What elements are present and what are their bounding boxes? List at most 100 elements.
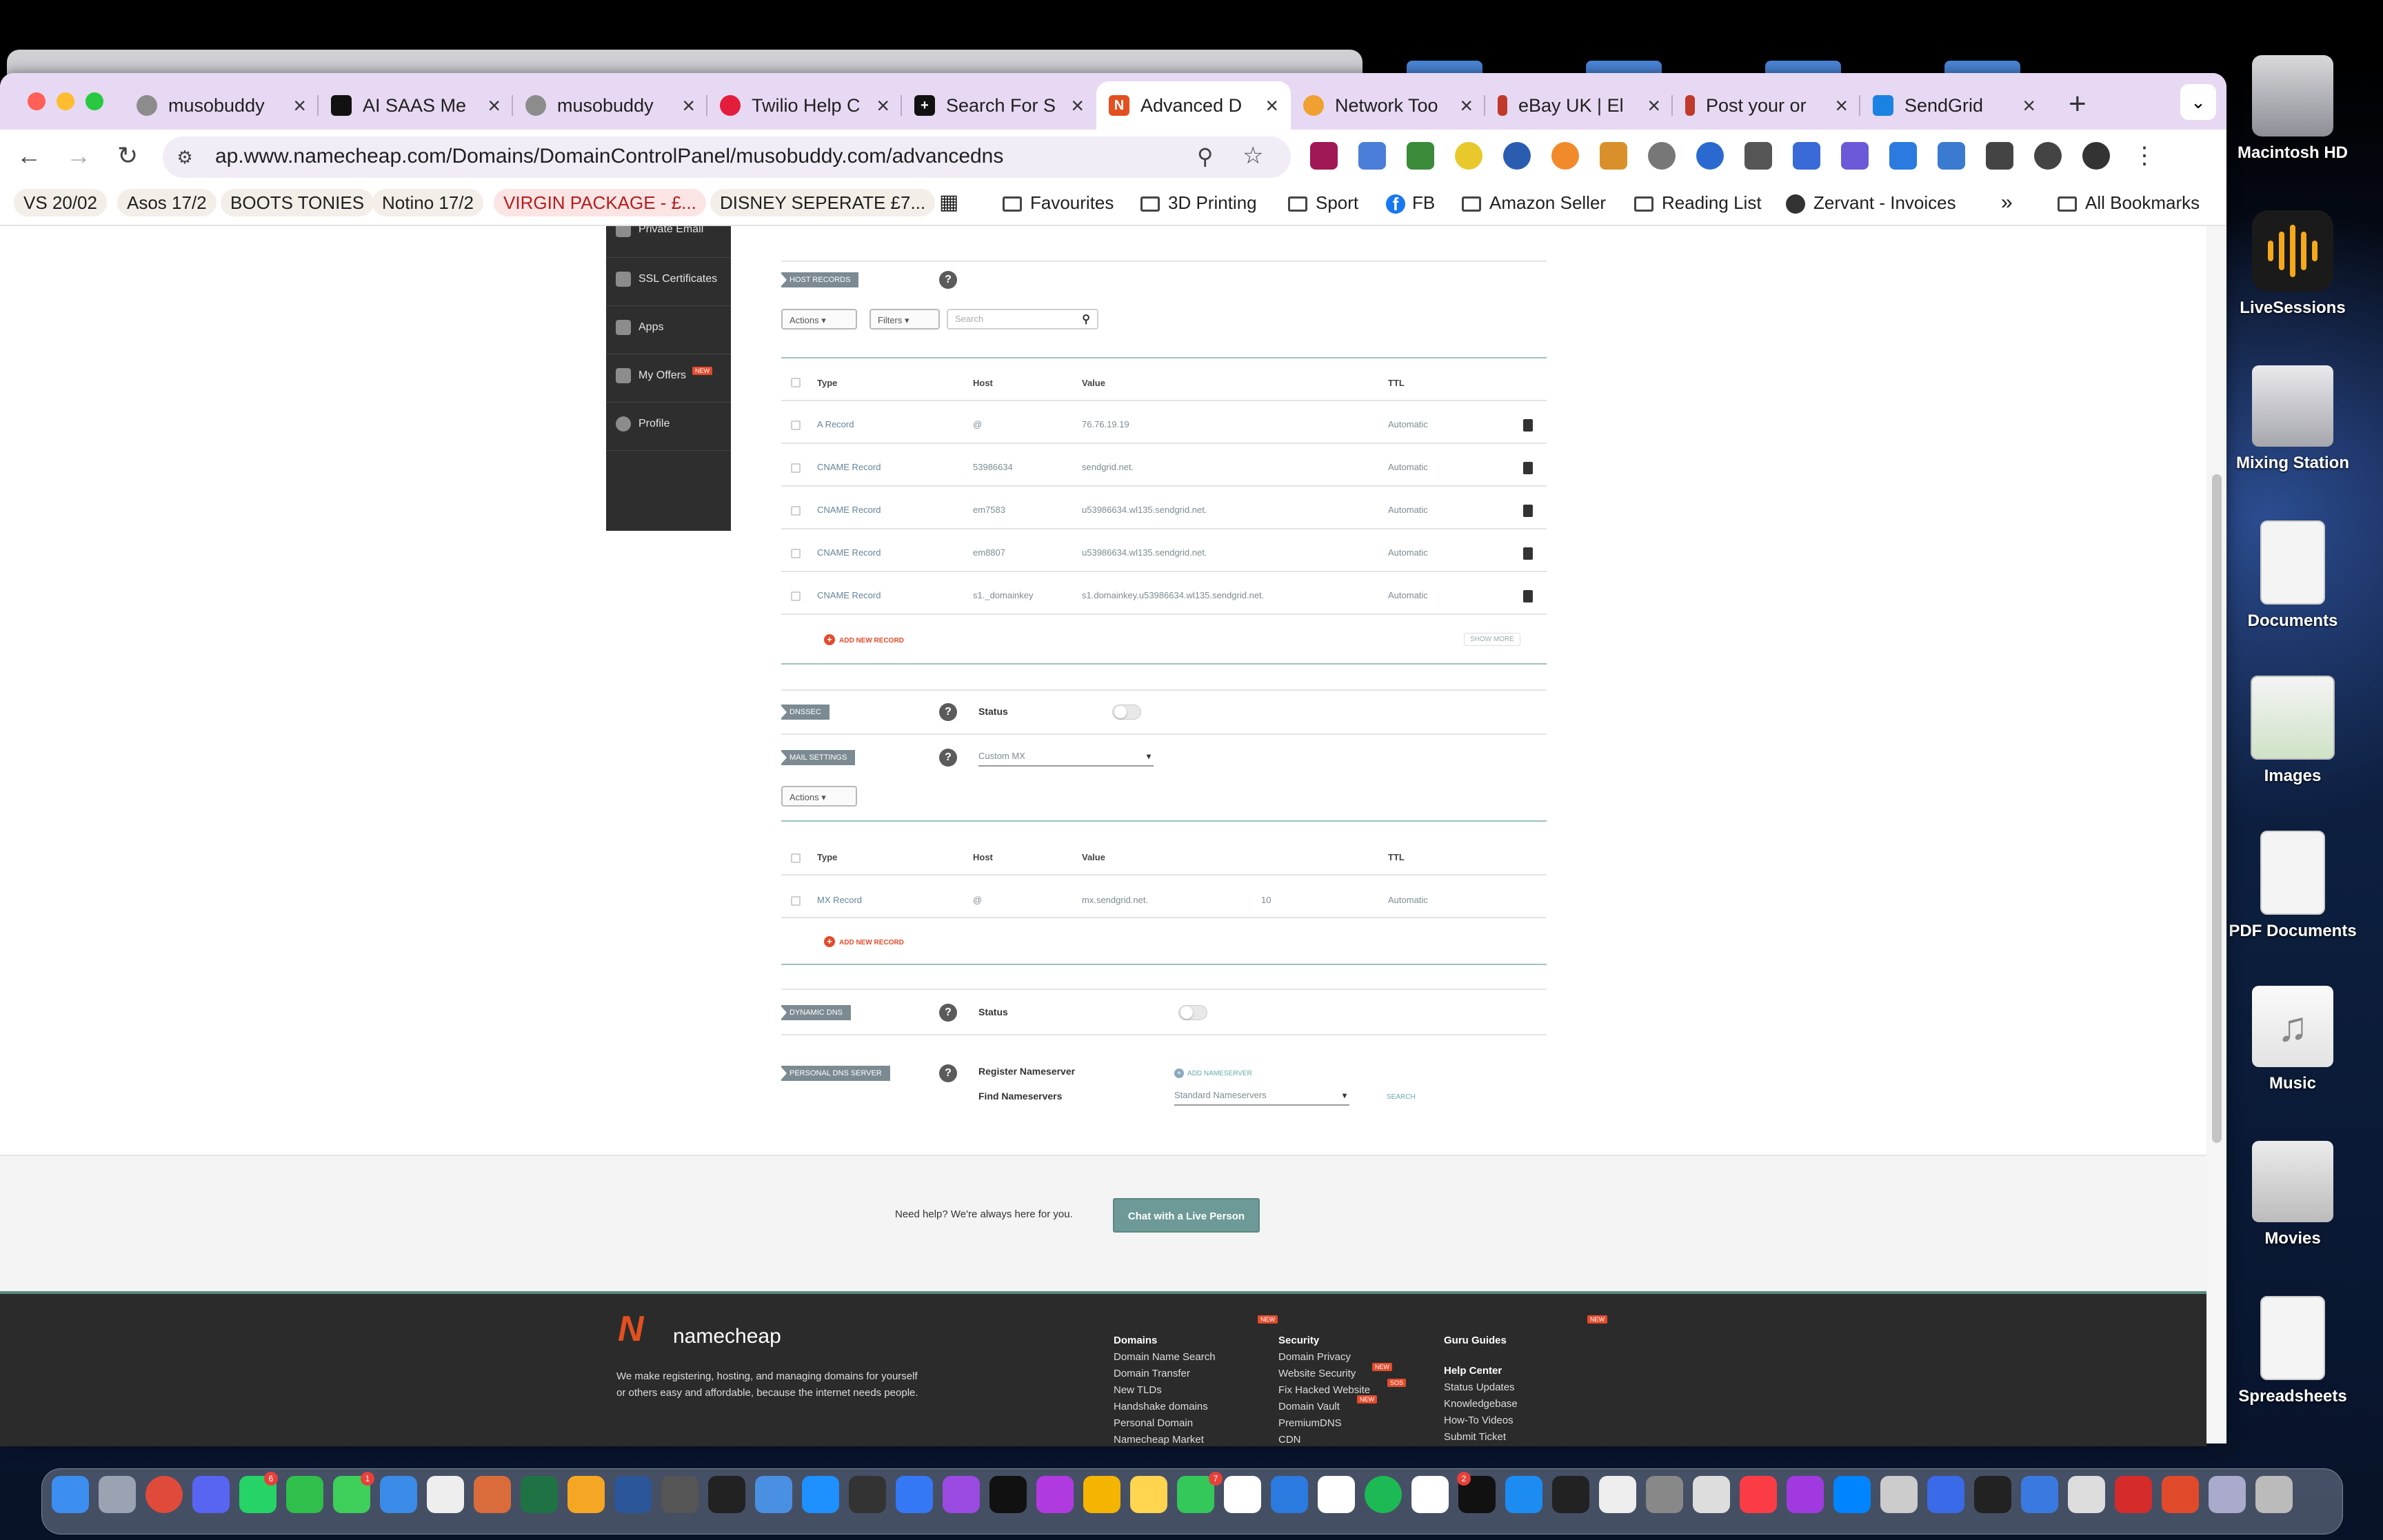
bookmark-item[interactable]: Notino 17/2 — [372, 189, 483, 216]
final-cut-icon[interactable] — [849, 1476, 886, 1513]
footer-link[interactable]: Website Security — [1278, 1366, 1370, 1382]
row-checkbox[interactable] — [791, 549, 801, 558]
podcasts-icon[interactable] — [943, 1476, 980, 1513]
extension-icon[interactable] — [1696, 142, 1724, 170]
sidebar-item-my-offers[interactable]: My Offers NEW — [606, 354, 731, 403]
close-tab-icon[interactable]: × — [1265, 93, 1278, 119]
desktop-item-music[interactable]: ♫ Music — [2220, 986, 2365, 1093]
app-icon[interactable] — [2162, 1476, 2199, 1513]
footer-link[interactable]: Knowledgebase — [1444, 1396, 1518, 1412]
bookmark-folder-reading-list[interactable]: Reading List — [1625, 189, 1771, 216]
app-store-icon[interactable] — [1505, 1476, 1542, 1513]
bookmark-item[interactable]: VS 20/02 — [14, 189, 107, 216]
bookmark-folder-3d-printing[interactable]: 3D Printing — [1131, 189, 1267, 216]
numbers-icon[interactable] — [286, 1476, 323, 1513]
discord-icon[interactable] — [192, 1476, 230, 1513]
avatar[interactable] — [2082, 142, 2110, 170]
sidebar-item-profile[interactable]: Profile — [606, 403, 731, 451]
claude-icon[interactable] — [474, 1476, 511, 1513]
notes-icon[interactable] — [1130, 1476, 1167, 1513]
calendar-icon[interactable] — [1318, 1476, 1355, 1513]
tab[interactable]: Twilio Help C × — [707, 81, 902, 130]
launchpad-icon[interactable] — [99, 1476, 136, 1513]
footer-link[interactable]: Personal Domain — [1114, 1415, 1216, 1432]
spotify-icon[interactable] — [1365, 1476, 1402, 1513]
maps-icon[interactable] — [1271, 1476, 1308, 1513]
trash-icon[interactable] — [1523, 419, 1533, 432]
extension-icon[interactable] — [1938, 142, 1965, 170]
music-icon[interactable] — [1740, 1476, 1777, 1513]
extension-icon[interactable] — [1648, 142, 1676, 170]
select-all-checkbox[interactable] — [791, 853, 801, 863]
extension-icon[interactable] — [1600, 142, 1627, 170]
footer-link[interactable]: Status Updates — [1444, 1379, 1518, 1396]
find-nameservers-select[interactable]: Standard Nameservers ▾ — [1174, 1086, 1349, 1106]
bookmark-item[interactable]: Asos 17/2 — [117, 189, 217, 216]
extension-icon[interactable] — [1889, 142, 1917, 170]
performance-icon[interactable] — [2034, 142, 2062, 170]
trash-icon[interactable] — [1523, 590, 1533, 602]
select-all-checkbox[interactable] — [791, 378, 801, 387]
desktop-item-spreadsheets[interactable]: Spreadsheets — [2220, 1296, 2365, 1406]
dnssec-toggle[interactable] — [1112, 705, 1141, 720]
desktop-item-images[interactable]: Images — [2220, 676, 2365, 786]
forward-arrow-icon[interactable]: → — [66, 138, 91, 174]
close-tab-icon[interactable]: × — [876, 93, 889, 119]
messenger-icon[interactable] — [1833, 1476, 1871, 1513]
feedback-icon[interactable] — [1787, 1476, 1824, 1513]
tab[interactable]: SendGrid × — [1860, 81, 2048, 130]
close-tab-icon[interactable]: × — [1647, 93, 1660, 119]
tab[interactable]: musobuddy × — [124, 81, 319, 130]
extension-icon[interactable] — [1407, 142, 1434, 170]
bookmark-folder-favourites[interactable]: Favourites — [993, 189, 1123, 216]
address-bar[interactable]: ⚙ ap.www.namecheap.com/Domains/DomainCon… — [163, 136, 1291, 178]
row-checkbox[interactable] — [791, 421, 801, 430]
word-icon[interactable] — [614, 1476, 652, 1513]
reminders-icon[interactable] — [1411, 1476, 1449, 1513]
tr-app-icon[interactable] — [989, 1476, 1027, 1513]
mail-settings-select[interactable]: Custom MX ▾ — [978, 747, 1154, 767]
site-settings-icon[interactable]: ⚙ — [174, 146, 196, 168]
close-tab-icon[interactable]: × — [1460, 93, 1473, 119]
new-tab-button[interactable]: + — [2069, 87, 2087, 121]
help-icon[interactable]: ? — [939, 749, 957, 767]
url-text[interactable]: ap.www.namecheap.com/Domains/DomainContr… — [215, 145, 1003, 168]
add-new-record-button[interactable]: + ADD NEW RECORD — [824, 634, 904, 645]
acrobat-icon[interactable] — [2115, 1476, 2152, 1513]
menu-kebab-icon[interactable]: ⋮ — [2131, 142, 2158, 170]
footer-link[interactable]: New TLDs — [1114, 1382, 1216, 1399]
desktop-item-documents[interactable]: Documents — [2220, 520, 2365, 631]
minimize-window-button[interactable] — [57, 92, 74, 110]
chat-live-person-button[interactable]: Chat with a Live Person — [1113, 1198, 1260, 1233]
app-icon[interactable] — [1927, 1476, 1964, 1513]
close-tab-icon[interactable]: × — [293, 93, 306, 119]
row-checkbox[interactable] — [791, 591, 801, 601]
footer-link[interactable]: PremiumDNS — [1278, 1415, 1370, 1432]
extension-icon[interactable] — [1310, 142, 1338, 170]
finder-icon[interactable] — [52, 1476, 89, 1513]
tab[interactable]: + Search For S × — [902, 81, 1096, 130]
page-scrollbar[interactable] — [2206, 226, 2226, 1443]
bookmarks-overflow-icon[interactable]: » — [1991, 189, 2022, 216]
help-icon[interactable]: ? — [939, 703, 957, 721]
search-nameservers-button[interactable]: SEARCH — [1387, 1093, 1416, 1101]
desktop-item-movies[interactable]: Movies — [2220, 1141, 2365, 1248]
namecheap-logo-icon[interactable]: N — [618, 1308, 644, 1350]
bookmark-zervant[interactable]: Zervant - Invoices — [1776, 189, 1966, 216]
footer-link[interactable]: CDN — [1278, 1432, 1370, 1448]
bookmark-item[interactable]: VIRGIN PACKAGE - £... — [494, 189, 706, 216]
bookmark-star-icon[interactable]: ☆ — [1243, 142, 1263, 170]
chatgpt-icon[interactable] — [427, 1476, 464, 1513]
help-icon[interactable]: ? — [939, 1004, 957, 1022]
chrome-icon[interactable] — [145, 1476, 183, 1513]
tab[interactable]: Network Too × — [1291, 81, 1485, 130]
tab-active[interactable]: N Advanced D × — [1096, 81, 1291, 130]
bookmark-folder-all-bookmarks[interactable]: All Bookmarks — [2048, 189, 2209, 216]
sidebar-item-ssl-certificates[interactable]: SSL Certificates — [606, 258, 731, 306]
system-settings-icon[interactable] — [1646, 1476, 1683, 1513]
help-icon[interactable]: ? — [939, 1064, 957, 1082]
testflight-icon[interactable] — [380, 1476, 417, 1513]
app-store-icon[interactable] — [802, 1476, 839, 1513]
close-tab-icon[interactable]: × — [2022, 93, 2035, 119]
scrollbar-thumb[interactable] — [2212, 474, 2222, 1143]
